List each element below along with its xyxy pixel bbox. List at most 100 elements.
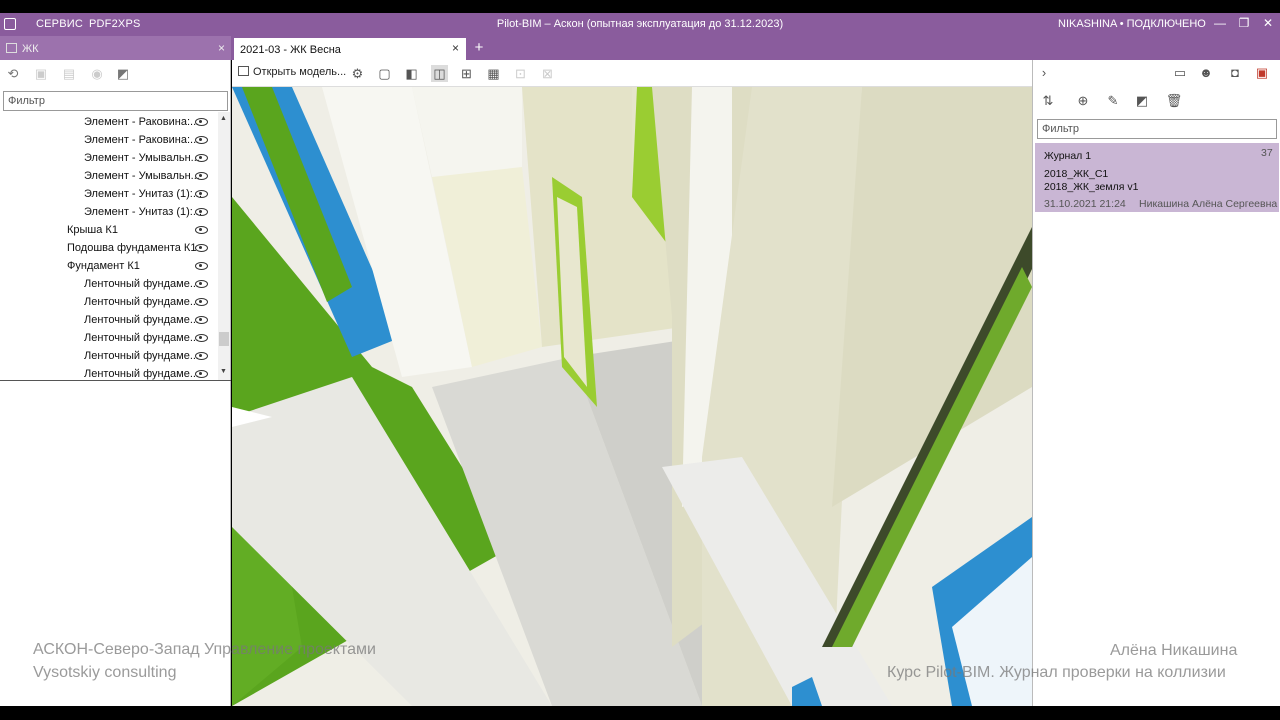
clear-icon[interactable]: ⊠ bbox=[539, 65, 556, 82]
open-model-button[interactable]: Открыть модель... bbox=[238, 66, 346, 78]
journal-count: 37 bbox=[1261, 147, 1273, 159]
collision-journal-panel: › ▭ ☻ ◘ ▣ ⇅ ⊕ ✎ ◩ 🗑 Фильтр Журнал 1 37 2… bbox=[1032, 60, 1280, 706]
select-icon[interactable]: ▣ bbox=[33, 66, 49, 82]
watermark-org: АСКОН-Северо-Запад Управление проектами bbox=[33, 641, 376, 658]
tab-zhk-vesna-label: 2021-03 - ЖК Весна bbox=[240, 44, 341, 56]
tree-scrollbar[interactable]: ▲ ▼ bbox=[218, 112, 230, 380]
tree-item-label: Ленточный фундаме... bbox=[84, 296, 200, 308]
pdf-icon[interactable]: ▣ bbox=[1253, 64, 1271, 82]
model-tree-panel: ⟲ ▣ ▤ ◉ ◩ Фильтр Элемент - Раковина:... Э… bbox=[0, 60, 231, 706]
tree-item-label: Элемент - Умывальн... bbox=[84, 170, 200, 182]
tab-zhk[interactable]: ЖК × bbox=[0, 36, 231, 60]
visibility-icon[interactable]: ◉ bbox=[89, 66, 105, 82]
edit-icon[interactable]: ✎ bbox=[1104, 92, 1122, 110]
eye-icon[interactable] bbox=[195, 298, 208, 306]
add-remark-icon[interactable]: ⊞ bbox=[458, 65, 475, 82]
eye-icon[interactable] bbox=[195, 334, 208, 342]
journal-filter-input[interactable]: Фильтр bbox=[1037, 119, 1277, 139]
right-panel-header bbox=[1032, 36, 1280, 60]
tab-zhk-vesna-close[interactable]: × bbox=[452, 41, 459, 55]
eye-icon[interactable] bbox=[195, 154, 208, 162]
model-3d-viewport[interactable] bbox=[232, 87, 1032, 706]
tree-item-label: Элемент - Раковина:... bbox=[84, 116, 200, 128]
tree-item[interactable]: Ленточный фундаме... bbox=[0, 276, 218, 294]
panel-divider bbox=[0, 380, 231, 381]
scroll-thumb[interactable] bbox=[219, 332, 229, 346]
tree-toolbar: ⟲ ▣ ▤ ◉ ◩ bbox=[0, 60, 231, 88]
bottom-bar bbox=[0, 706, 1280, 720]
journal-model-1: 2018_ЖК_С1 bbox=[1044, 168, 1109, 180]
eye-icon[interactable] bbox=[195, 280, 208, 288]
tree-item[interactable]: Ленточный фундаме... bbox=[0, 366, 218, 384]
tree-item[interactable]: Крыша К1 bbox=[0, 222, 218, 240]
eye-icon[interactable] bbox=[195, 136, 208, 144]
tree-item[interactable]: Ленточный фундаме... bbox=[0, 312, 218, 330]
tree-item[interactable]: Элемент - Раковина:... bbox=[0, 132, 218, 150]
tree-item[interactable]: Элемент - Унитаз (1):... bbox=[0, 186, 218, 204]
journal-title: Журнал 1 bbox=[1044, 150, 1092, 162]
tree-item[interactable]: Ленточный фундаме... bbox=[0, 348, 218, 366]
tree-item-label: Подошва фундамента К1 bbox=[67, 242, 197, 254]
eye-icon[interactable] bbox=[195, 244, 208, 252]
split-view-icon[interactable]: ◫ bbox=[431, 65, 448, 82]
tree-item-label: Элемент - Унитаз (1):... bbox=[84, 206, 203, 218]
user-status[interactable]: NIKASHINA • ПОДКЛЮЧЕНО bbox=[1058, 18, 1206, 30]
sets-icon[interactable]: ▤ bbox=[61, 66, 77, 82]
view-toolbar: Открыть модель... ⚙ ▢ ◧ ◫ ⊞ ▦ ⊡ ⊠ bbox=[232, 60, 1032, 87]
eye-icon[interactable] bbox=[195, 352, 208, 360]
tree-item[interactable]: Элемент - Раковина:... bbox=[0, 114, 218, 132]
folder-icon bbox=[6, 43, 17, 53]
tree-item[interactable]: Элемент - Умывальн... bbox=[0, 150, 218, 168]
settings-icon[interactable]: ⚙ bbox=[349, 65, 366, 82]
tree-item[interactable]: Элемент - Унитаз (1):... bbox=[0, 204, 218, 222]
eye-icon[interactable] bbox=[195, 118, 208, 126]
eye-icon[interactable] bbox=[195, 226, 208, 234]
tree-item[interactable]: Ленточный фундаме... bbox=[0, 294, 218, 312]
eye-icon[interactable] bbox=[195, 190, 208, 198]
tree-item-label: Элемент - Умывальн... bbox=[84, 152, 200, 164]
eye-icon[interactable] bbox=[195, 316, 208, 324]
watermark-consulting: Vysotskiy consulting bbox=[33, 664, 177, 681]
eye-icon[interactable] bbox=[195, 262, 208, 270]
eye-icon[interactable] bbox=[195, 370, 208, 378]
close-window-button[interactable]: ✕ bbox=[1258, 16, 1278, 32]
report-icon[interactable]: ◩ bbox=[1133, 92, 1151, 110]
tree-filter-input[interactable]: Фильтр bbox=[3, 91, 228, 111]
tree-item[interactable]: Ленточный фундаме... bbox=[0, 330, 218, 348]
sort-icon[interactable]: ⇅ bbox=[1039, 92, 1057, 110]
tab-zhk-close[interactable]: × bbox=[218, 41, 225, 55]
history-icon[interactable]: ⟲ bbox=[5, 66, 21, 82]
scroll-down-icon[interactable]: ▼ bbox=[220, 368, 227, 375]
minimize-button[interactable]: — bbox=[1210, 16, 1230, 32]
tree-item[interactable]: Элемент - Умывальн... bbox=[0, 168, 218, 186]
chart-icon[interactable]: ◩ bbox=[115, 66, 131, 82]
open-model-label: Открыть модель... bbox=[253, 66, 347, 78]
eye-icon[interactable] bbox=[195, 208, 208, 216]
delete-icon[interactable]: 🗑 bbox=[1165, 92, 1183, 110]
tab-row: ЖК × 2021-03 - ЖК Весна × + bbox=[0, 36, 1032, 60]
add-tab-button[interactable]: + bbox=[470, 39, 488, 57]
collapse-chevron-icon[interactable]: › bbox=[1035, 64, 1053, 82]
watermark-author: Алёна Никашина bbox=[1110, 642, 1238, 659]
tree-item-label: Ленточный фундаме... bbox=[84, 350, 200, 362]
measure-icon[interactable]: ⊡ bbox=[512, 65, 529, 82]
section-icon[interactable]: ◧ bbox=[403, 65, 420, 82]
screen-icon[interactable]: ▭ bbox=[1171, 64, 1189, 82]
journal-item[interactable]: Журнал 1 37 2018_ЖК_С1 2018_ЖК_земля v1 … bbox=[1035, 143, 1279, 212]
tree-item[interactable]: Фундамент К1 bbox=[0, 258, 218, 276]
users-icon[interactable]: ☻ bbox=[1197, 64, 1215, 82]
tab-zhk-vesna[interactable]: 2021-03 - ЖК Весна × bbox=[234, 38, 466, 60]
tree-item[interactable]: Подошва фундамента К1 bbox=[0, 240, 218, 258]
tree-item-label: Фундамент К1 bbox=[67, 260, 140, 272]
camera-icon[interactable]: ◘ bbox=[1226, 64, 1244, 82]
tree-item-label: Ленточный фундаме... bbox=[84, 314, 200, 326]
collision-icon[interactable]: ▦ bbox=[485, 65, 502, 82]
eye-icon[interactable] bbox=[195, 172, 208, 180]
fit-view-icon[interactable]: ▢ bbox=[376, 65, 393, 82]
tree-item-label: Крыша К1 bbox=[67, 224, 118, 236]
tree-item-label: Ленточный фундаме... bbox=[84, 368, 200, 380]
tree-item-label: Ленточный фундаме... bbox=[84, 278, 200, 290]
maximize-button[interactable]: ❐ bbox=[1234, 16, 1254, 32]
scroll-up-icon[interactable]: ▲ bbox=[220, 115, 227, 122]
add-journal-icon[interactable]: ⊕ bbox=[1074, 92, 1092, 110]
